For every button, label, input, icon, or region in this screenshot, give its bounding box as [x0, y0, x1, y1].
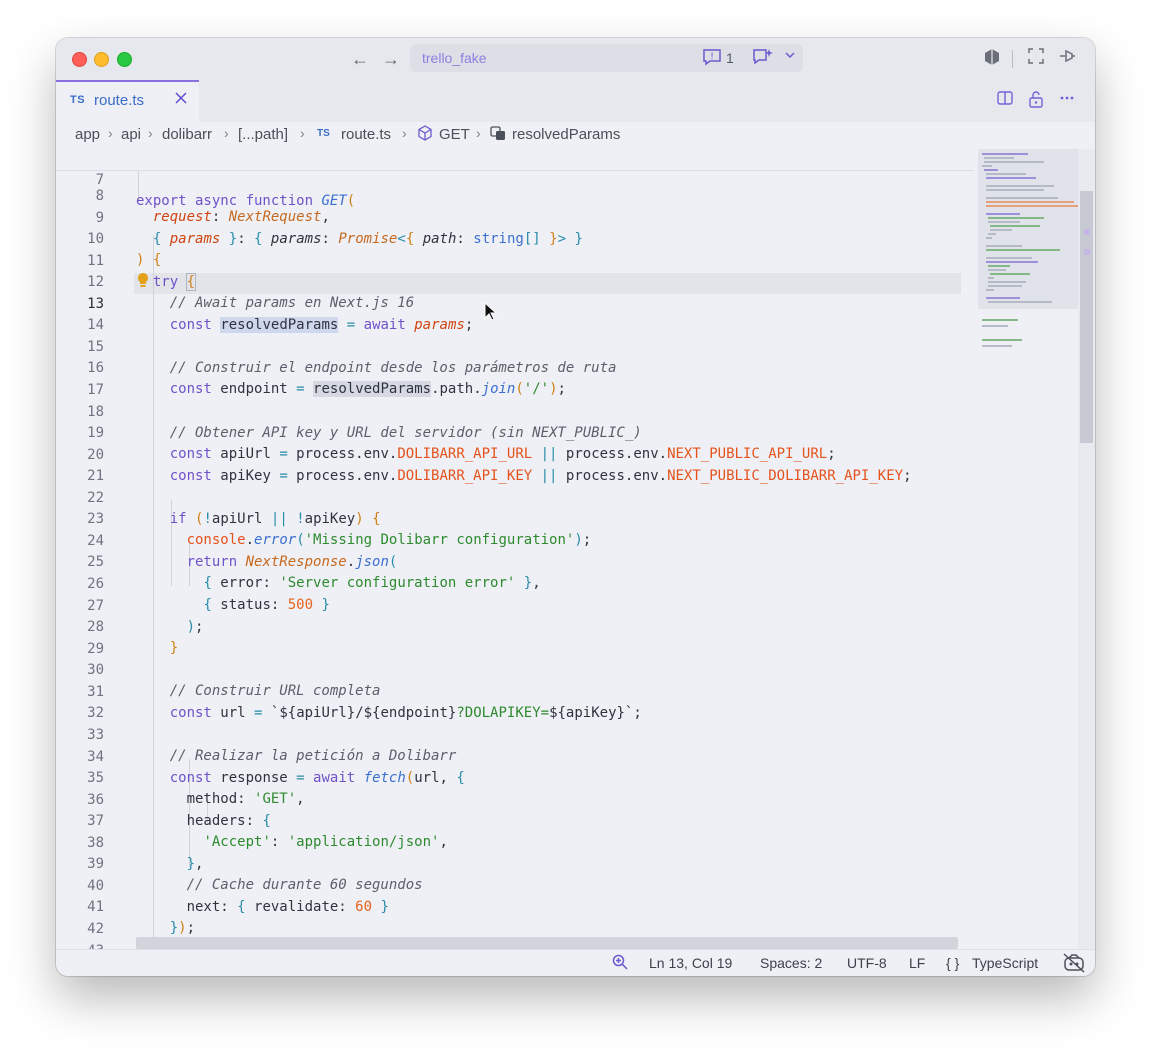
code-line: 28 }: [56, 596, 961, 656]
tab-bar: TS route.ts: [56, 80, 1095, 122]
svg-text:!: !: [710, 52, 714, 62]
code-line: 30 // Construir URL completa: [56, 639, 961, 699]
code-line: 13 const resolvedParams = await params;: [56, 273, 961, 333]
language-mode[interactable]: TypeScript: [972, 955, 1038, 971]
tab-label: route.ts: [94, 92, 145, 109]
close-window-button[interactable]: [72, 52, 87, 67]
breadcrumb-item-dolibarr[interactable]: dolibarr: [162, 126, 212, 143]
code-line: 27 );: [56, 575, 961, 635]
vertical-scrollbar[interactable]: [1078, 149, 1095, 949]
code-line: 37 'Accept': 'application/json',: [56, 790, 961, 850]
code-line: 35 method: 'GET',: [56, 747, 961, 807]
chevron-right-icon: ›: [148, 125, 153, 141]
scrollbar-marker: [1084, 229, 1090, 235]
code-line: 26 { status: 500 }: [56, 553, 961, 613]
variable-icon: [490, 125, 508, 145]
status-bar: Ln 13, Col 19 Spaces: 2 UTF-8 LF { } Typ…: [56, 949, 1095, 976]
titlebar: ← → trello_fake ! 1: [56, 38, 1095, 80]
line-number: 43: [56, 941, 104, 949]
code-line: 36 headers: {: [56, 769, 961, 829]
mouse-pointer-icon: [484, 301, 498, 327]
chevron-right-icon: ›: [476, 125, 481, 141]
code-line: 20 const apiKey = process.env.DOLIBARR_A…: [56, 424, 961, 484]
minimize-window-button[interactable]: [94, 52, 109, 67]
code-line: 16 const endpoint = resolvedParams.path.…: [56, 337, 961, 397]
code-line: 14: [56, 294, 961, 333]
code-line: 11 try {: [56, 230, 961, 291]
split-editor-icon[interactable]: [994, 90, 1016, 112]
code-line: 15 // Construir el endpoint desde los pa…: [56, 316, 961, 376]
code-line: 12 // Await params en Next.js 16: [56, 251, 961, 311]
code-line: 31 const url = `${apiUrl}/${endpoint}?DO…: [56, 661, 961, 721]
code-editor[interactable]: 7 export async function GET( 8 request: …: [56, 149, 1095, 949]
breadcrumb-item-app[interactable]: app: [75, 126, 100, 143]
editor-window: ← → trello_fake ! 1 TS route.ts app › ap…: [56, 38, 1095, 976]
layout-icon[interactable]: [981, 48, 1003, 70]
workspace-name: trello_fake: [422, 50, 487, 66]
chat-bubble-icon[interactable]: !: [702, 48, 722, 69]
cube-icon: [417, 125, 433, 145]
forward-arrow-icon[interactable]: →: [380, 48, 402, 70]
fullscreen-icon[interactable]: [1025, 48, 1047, 70]
code-line: 22 if (!apiUrl || !apiKey) {: [56, 467, 961, 527]
code-line: 42: [56, 898, 961, 937]
code-line: 24 return NextResponse.json(: [56, 510, 961, 570]
code-line: 38 },: [56, 812, 961, 872]
tab-route-ts[interactable]: TS route.ts: [56, 80, 199, 122]
horizontal-scrollbar[interactable]: [136, 937, 958, 949]
back-arrow-icon[interactable]: ←: [349, 48, 371, 70]
encoding-setting[interactable]: UTF-8: [847, 955, 887, 971]
zoom-icon[interactable]: [612, 954, 628, 974]
titlebar-separator: [1012, 50, 1013, 68]
code-line: 32: [56, 682, 961, 721]
unlock-icon[interactable]: [1025, 90, 1047, 112]
command-center[interactable]: trello_fake ! 1: [410, 44, 803, 72]
breadcrumb-item-function[interactable]: GET: [439, 126, 470, 143]
code-line-text: export async function GET(: [136, 193, 356, 209]
breadcrumb-item-api[interactable]: api: [121, 126, 141, 143]
code-line: 23 console.error('Missing Dolibarr confi…: [56, 488, 961, 548]
chevron-right-icon: ›: [402, 125, 407, 141]
sticky-scroll-header[interactable]: 7 export async function GET(: [56, 149, 974, 209]
copilot-icon[interactable]: [1063, 953, 1085, 976]
code-line: 17: [56, 359, 961, 398]
breadcrumb: app › api › dolibarr › [...path] › TS ro…: [56, 122, 1095, 149]
ai-spark-icon[interactable]: [752, 48, 774, 71]
code-line: 19 const apiUrl = process.env.DOLIBARR_A…: [56, 402, 961, 462]
minimap[interactable]: [978, 149, 1080, 949]
code-line: 18 // Obtener API key y URL del servidor…: [56, 381, 961, 441]
code-line: 41 });: [56, 876, 961, 936]
breadcrumb-item-file[interactable]: route.ts: [341, 126, 391, 143]
typescript-file-icon: TS: [70, 94, 86, 106]
chevron-right-icon: ›: [224, 125, 229, 141]
language-braces-icon: { }: [946, 955, 960, 971]
indentation-setting[interactable]: Spaces: 2: [760, 955, 822, 971]
scrollbar-marker: [1084, 249, 1090, 255]
chevron-right-icon: ›: [300, 125, 305, 141]
more-actions-icon[interactable]: [1056, 90, 1078, 112]
chevron-down-icon[interactable]: [784, 49, 796, 63]
lightbulb-icon[interactable]: [136, 272, 150, 287]
chevron-right-icon: ›: [108, 125, 113, 141]
code-line: 40 next: { revalidate: 60 }: [56, 855, 961, 915]
cursor-position[interactable]: Ln 13, Col 19: [649, 955, 732, 971]
pin-icon[interactable]: [1056, 48, 1078, 70]
code-line: 33 // Realizar la petición a Dolibarr: [56, 704, 961, 764]
code-line: 25 { error: 'Server configuration error'…: [56, 531, 961, 591]
breadcrumb-item-variable[interactable]: resolvedParams: [512, 126, 620, 143]
line-ending-setting[interactable]: LF: [909, 955, 925, 971]
code-line: 34 const response = await fetch(url, {: [56, 726, 961, 786]
typescript-file-icon: TS: [317, 128, 330, 139]
chat-count: 1: [726, 50, 734, 66]
code-line: 21: [56, 445, 961, 484]
close-icon[interactable]: [174, 90, 188, 110]
code-line: 29: [56, 618, 961, 657]
breadcrumb-item-path[interactable]: [...path]: [238, 126, 288, 143]
code-line: 39 // Cache durante 60 segundos: [56, 833, 961, 893]
zoom-window-button[interactable]: [117, 52, 132, 67]
line-number: 7: [95, 172, 104, 188]
